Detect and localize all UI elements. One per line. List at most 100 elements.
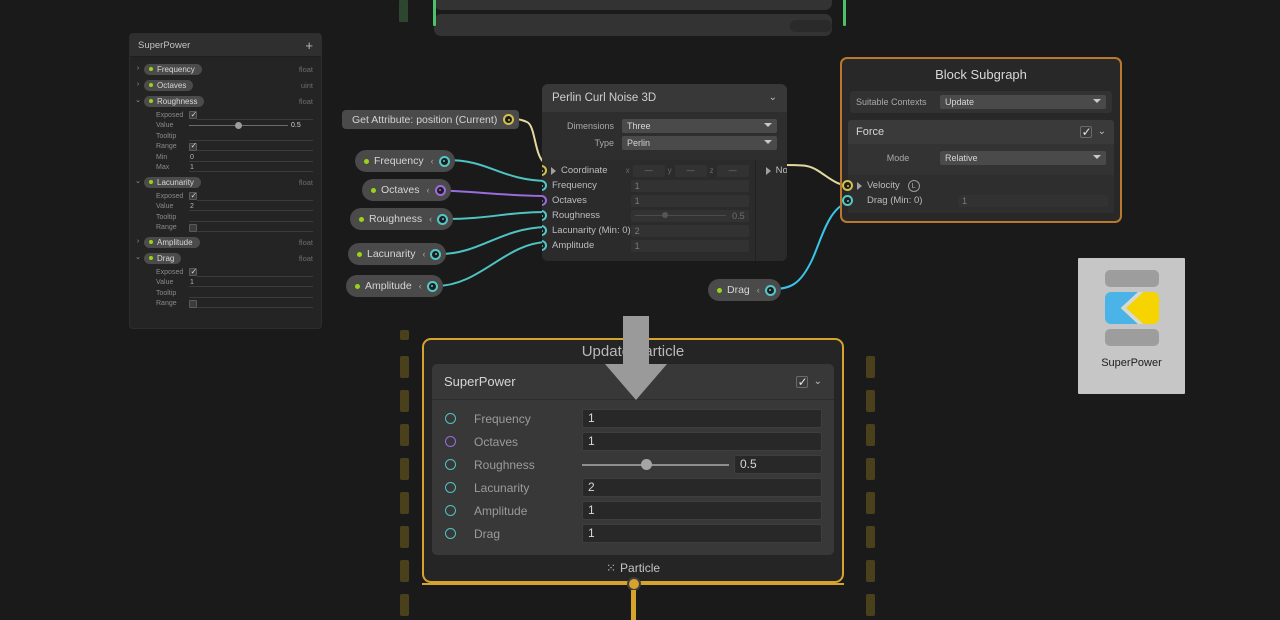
force-enabled-checkbox[interactable] <box>1080 126 1092 138</box>
blackboard-property-row[interactable]: ⌄Dragfloat <box>130 250 321 266</box>
input-slider[interactable]: 0.5 <box>631 210 749 222</box>
chevron-down-icon[interactable]: ⌄ <box>1098 127 1106 137</box>
perlin-curl-noise-node[interactable]: Perlin Curl Noise 3D ⌄ DimensionsThreeTy… <box>542 84 787 261</box>
blackboard-property-row[interactable]: ›Octavesuint <box>130 77 321 93</box>
chevron-left-icon[interactable]: ‹ <box>422 249 425 259</box>
input-port-icon[interactable] <box>542 240 547 251</box>
block-parameter-row[interactable]: Octaves1 <box>432 430 834 453</box>
expand-triangle-icon[interactable] <box>766 167 771 175</box>
property-pill[interactable]: Amplitude <box>144 237 200 248</box>
parameter-slider[interactable]: 0.5 <box>582 455 822 474</box>
chevron-icon[interactable]: ⌄ <box>134 250 142 266</box>
block-parameter-row[interactable]: Amplitude1 <box>432 499 834 522</box>
block-parameter-row[interactable]: Lacunarity2 <box>432 476 834 499</box>
property-checkbox[interactable] <box>189 224 197 232</box>
chevron-left-icon[interactable]: ‹ <box>419 281 422 291</box>
property-pill[interactable]: Octaves <box>144 80 193 91</box>
expand-triangle-icon[interactable] <box>551 167 556 175</box>
vector-value[interactable]: — <box>675 165 707 177</box>
expand-triangle-icon[interactable] <box>857 182 862 190</box>
blackboard-property-row[interactable]: ⌄Roughnessfloat <box>130 93 321 109</box>
parameter-port-icon[interactable] <box>445 482 456 493</box>
node-input-row[interactable]: Lacunarity (Min: 0)2 <box>542 223 755 238</box>
parameter-port-icon[interactable] <box>445 505 456 516</box>
chevron-down-icon[interactable]: ⌄ <box>814 377 822 387</box>
property-pill[interactable]: Drag <box>144 253 181 264</box>
vector-component[interactable]: z— <box>710 165 749 177</box>
input-port-icon[interactable] <box>542 195 547 206</box>
parameter-value-field[interactable]: 1 <box>582 432 822 451</box>
block-parameter-row[interactable]: Roughness0.5 <box>432 453 834 476</box>
input-port-icon[interactable] <box>542 165 547 176</box>
property-text-field[interactable] <box>189 289 313 298</box>
property-text-field[interactable]: 0 <box>189 153 313 162</box>
output-port-icon[interactable] <box>435 185 446 196</box>
property-node[interactable]: Lacunarity‹ <box>348 243 446 265</box>
property-text-field[interactable]: 1 <box>189 278 313 287</box>
blackboard-panel[interactable]: SuperPower + ›Frequencyfloat›Octavesuint… <box>129 33 322 329</box>
subgraph-port-row[interactable]: Drag (Min: 0)1 <box>848 193 1114 208</box>
chevron-icon[interactable]: › <box>134 234 142 250</box>
chevron-icon[interactable]: › <box>134 61 142 77</box>
node-input-row[interactable]: Frequency1 <box>542 178 755 193</box>
property-node[interactable]: Octaves‹ <box>362 179 451 201</box>
property-node[interactable]: Roughness‹ <box>350 208 453 230</box>
parameter-port-icon[interactable] <box>445 459 456 470</box>
output-port-icon[interactable] <box>439 156 450 167</box>
property-checkbox[interactable] <box>189 111 197 119</box>
force-mode-dropdown[interactable]: Relative <box>940 151 1106 165</box>
parameter-port-icon[interactable] <box>445 413 456 424</box>
slider-track[interactable] <box>635 215 726 216</box>
input-value-field[interactable]: 1 <box>631 240 749 252</box>
flow-connection-port[interactable] <box>627 577 641 591</box>
property-checkbox[interactable] <box>189 143 197 151</box>
input-port-icon[interactable] <box>542 210 547 221</box>
property-node[interactable]: Drag‹ <box>708 279 781 301</box>
input-value-field[interactable]: 2 <box>631 225 749 237</box>
property-text-field[interactable] <box>189 213 313 222</box>
slider-handle[interactable] <box>662 212 668 218</box>
blackboard-property-row[interactable]: ›Amplitudefloat <box>130 234 321 250</box>
port-value-field[interactable]: 1 <box>958 195 1108 207</box>
subgraph-port-row[interactable]: VelocityL <box>848 178 1114 193</box>
output-port-icon[interactable] <box>430 249 441 260</box>
parameter-port-icon[interactable] <box>445 436 456 447</box>
parameter-value-field[interactable]: 1 <box>582 501 822 520</box>
suitable-contexts-dropdown[interactable]: Update <box>940 95 1106 109</box>
output-port-icon[interactable] <box>437 214 448 225</box>
add-property-button[interactable]: + <box>305 39 313 52</box>
slider-handle[interactable] <box>641 459 652 470</box>
property-node[interactable]: Frequency‹ <box>355 150 455 172</box>
input-value-field[interactable]: 1 <box>631 180 749 192</box>
parameter-value-field[interactable]: 2 <box>582 478 822 497</box>
node-input-row[interactable]: Coordinatex—y—z— <box>542 163 755 178</box>
input-port-icon[interactable] <box>842 180 853 191</box>
vector-component[interactable]: y— <box>668 165 707 177</box>
output-port-icon[interactable] <box>765 285 776 296</box>
parameter-value-field[interactable]: 1 <box>582 524 822 543</box>
property-pill[interactable]: Lacunarity <box>144 177 201 188</box>
block-subgraph-node[interactable]: Block Subgraph Suitable Contexts Update … <box>840 57 1122 223</box>
input-port-icon[interactable] <box>542 225 547 236</box>
input-value-field[interactable]: 1 <box>631 195 749 207</box>
slider-track[interactable] <box>582 464 729 466</box>
force-block-header[interactable]: Force ⌄ <box>848 120 1114 144</box>
property-checkbox[interactable] <box>189 268 197 276</box>
perlin-node-header[interactable]: Perlin Curl Noise 3D ⌄ <box>542 84 787 112</box>
property-pill[interactable]: Roughness <box>144 96 204 107</box>
parameter-value-field[interactable]: 0.5 <box>734 455 822 474</box>
chevron-icon[interactable]: ⌄ <box>134 174 142 190</box>
property-node[interactable]: Amplitude‹ <box>346 275 443 297</box>
chevron-left-icon[interactable]: ‹ <box>429 214 432 224</box>
property-pill[interactable]: Frequency <box>144 64 202 75</box>
input-port-icon[interactable] <box>542 180 547 191</box>
output-port-icon[interactable] <box>427 281 438 292</box>
output-port-icon[interactable] <box>503 114 514 125</box>
property-slider[interactable]: 0.5 <box>189 122 313 129</box>
property-text-field[interactable] <box>189 132 313 141</box>
parameter-port-icon[interactable] <box>445 528 456 539</box>
vector-value[interactable]: — <box>717 165 749 177</box>
input-port-icon[interactable] <box>842 195 853 206</box>
block-parameter-row[interactable]: Frequency1 <box>432 407 834 430</box>
chevron-down-icon[interactable]: ⌄ <box>769 93 777 103</box>
